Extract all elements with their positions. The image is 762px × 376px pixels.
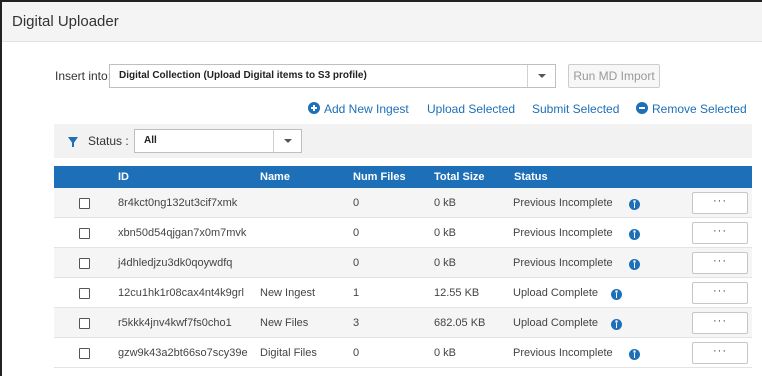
- page-title: Digital Uploader: [12, 13, 119, 30]
- row-id: gzw9k43a2bt66so7scy39e: [118, 347, 248, 359]
- column-header-status[interactable]: Status: [514, 171, 548, 183]
- row-id: r5kkk4jnv4kwf7fs0cho1: [118, 317, 232, 329]
- column-header-num-files[interactable]: Num Files: [353, 171, 406, 183]
- row-id: 8r4kct0ng132ut3cif7xmk: [118, 197, 238, 209]
- column-header-total-size[interactable]: Total Size: [434, 171, 485, 183]
- filter-icon: [68, 137, 78, 147]
- info-icon[interactable]: [611, 289, 622, 300]
- ingest-table: ID Name Num Files Total Size Status 8r4k…: [54, 166, 752, 368]
- insert-into-select[interactable]: Digital Collection (Upload Digital items…: [109, 64, 556, 88]
- row-more-button[interactable]: ···: [692, 192, 748, 214]
- row-checkbox[interactable]: [79, 348, 90, 359]
- status-filter-select[interactable]: All: [134, 129, 302, 153]
- row-id: 12cu1hk1r08cax4nt4k9grl: [118, 287, 244, 299]
- row-more-button[interactable]: ···: [692, 252, 748, 274]
- info-icon[interactable]: [611, 319, 622, 330]
- row-name: Digital Files: [260, 347, 317, 359]
- add-new-ingest-label: Add New Ingest: [324, 102, 409, 116]
- row-total-size: 0 kB: [434, 257, 457, 269]
- info-icon[interactable]: [629, 199, 640, 210]
- row-checkbox[interactable]: [79, 198, 90, 209]
- row-checkbox[interactable]: [79, 318, 90, 329]
- table-row: r5kkk4jnv4kwf7fs0cho1 New Files 3 682.05…: [54, 308, 752, 338]
- caret-down-icon: [538, 74, 546, 78]
- insert-into-row: Insert into: Digital Collection (Upload …: [2, 64, 762, 88]
- info-icon[interactable]: [629, 349, 640, 360]
- row-total-size: 0 kB: [434, 227, 457, 239]
- row-status: Previous Incomplete: [513, 347, 613, 359]
- row-name: New Ingest: [260, 287, 316, 299]
- plus-circle-icon: [308, 102, 320, 114]
- table-header: ID Name Num Files Total Size Status: [54, 166, 752, 188]
- row-total-size: 0 kB: [434, 347, 457, 359]
- info-icon[interactable]: [629, 229, 640, 240]
- row-checkbox[interactable]: [79, 258, 90, 269]
- remove-selected-label: Remove Selected: [652, 102, 747, 116]
- insert-into-value: Digital Collection (Upload Digital items…: [119, 70, 367, 81]
- row-id: xbn50d54qjgan7x0m7mvk: [118, 227, 247, 239]
- insert-into-dropdown-toggle[interactable]: [527, 65, 555, 87]
- row-num-files: 0: [353, 197, 360, 209]
- title-bar: Digital Uploader: [2, 2, 762, 42]
- row-total-size: 12.55 KB: [434, 287, 480, 299]
- row-status: Previous Incomplete: [513, 197, 613, 209]
- row-num-files: 0: [353, 257, 360, 269]
- info-icon[interactable]: [629, 259, 640, 270]
- run-md-import-button[interactable]: Run MD Import: [568, 64, 660, 88]
- row-more-button[interactable]: ···: [692, 312, 748, 334]
- column-header-name[interactable]: Name: [260, 171, 290, 183]
- status-filter-bar: Status : All: [54, 124, 752, 158]
- row-id: j4dhledjzu3dk0qoywdfq: [118, 257, 233, 269]
- minus-circle-icon: [636, 102, 648, 114]
- table-row: 12cu1hk1r08cax4nt4k9grl New Ingest 1 12.…: [54, 278, 752, 308]
- status-filter-dropdown-toggle[interactable]: [273, 130, 301, 152]
- insert-into-label: Insert into:: [55, 69, 112, 83]
- row-checkbox[interactable]: [79, 228, 90, 239]
- row-status: Previous Incomplete: [513, 227, 613, 239]
- row-more-button[interactable]: ···: [692, 342, 748, 364]
- column-header-id[interactable]: ID: [118, 171, 129, 183]
- row-status: Upload Complete: [513, 287, 598, 299]
- row-total-size: 0 kB: [434, 197, 457, 209]
- upload-selected-label: Upload Selected: [427, 102, 516, 116]
- table-row: gzw9k43a2bt66so7scy39e Digital Files 0 0…: [54, 338, 752, 368]
- row-checkbox[interactable]: [79, 288, 90, 299]
- caret-down-icon: [284, 139, 292, 143]
- row-total-size: 682.05 KB: [434, 317, 486, 329]
- row-num-files: 1: [353, 287, 360, 299]
- row-more-button[interactable]: ···: [692, 222, 748, 244]
- row-name: New Files: [260, 317, 309, 329]
- table-row: 8r4kct0ng132ut3cif7xmk 0 0 kB Previous I…: [54, 188, 752, 218]
- row-more-button[interactable]: ···: [692, 282, 748, 304]
- row-num-files: 0: [353, 347, 360, 359]
- status-filter-value: All: [144, 135, 157, 146]
- status-filter-label: Status :: [88, 134, 129, 148]
- table-row: xbn50d54qjgan7x0m7mvk 0 0 kB Previous In…: [54, 218, 752, 248]
- row-num-files: 3: [353, 317, 360, 329]
- row-num-files: 0: [353, 227, 360, 239]
- action-links: Add New Ingest Upload Selected Submit Se…: [2, 101, 762, 117]
- row-status: Upload Complete: [513, 317, 598, 329]
- digital-uploader-panel: Digital Uploader Insert into: Digital Co…: [0, 0, 762, 376]
- table-row: j4dhledjzu3dk0qoywdfq 0 0 kB Previous In…: [54, 248, 752, 278]
- row-status: Previous Incomplete: [513, 257, 613, 269]
- submit-selected-label: Submit Selected: [532, 102, 620, 116]
